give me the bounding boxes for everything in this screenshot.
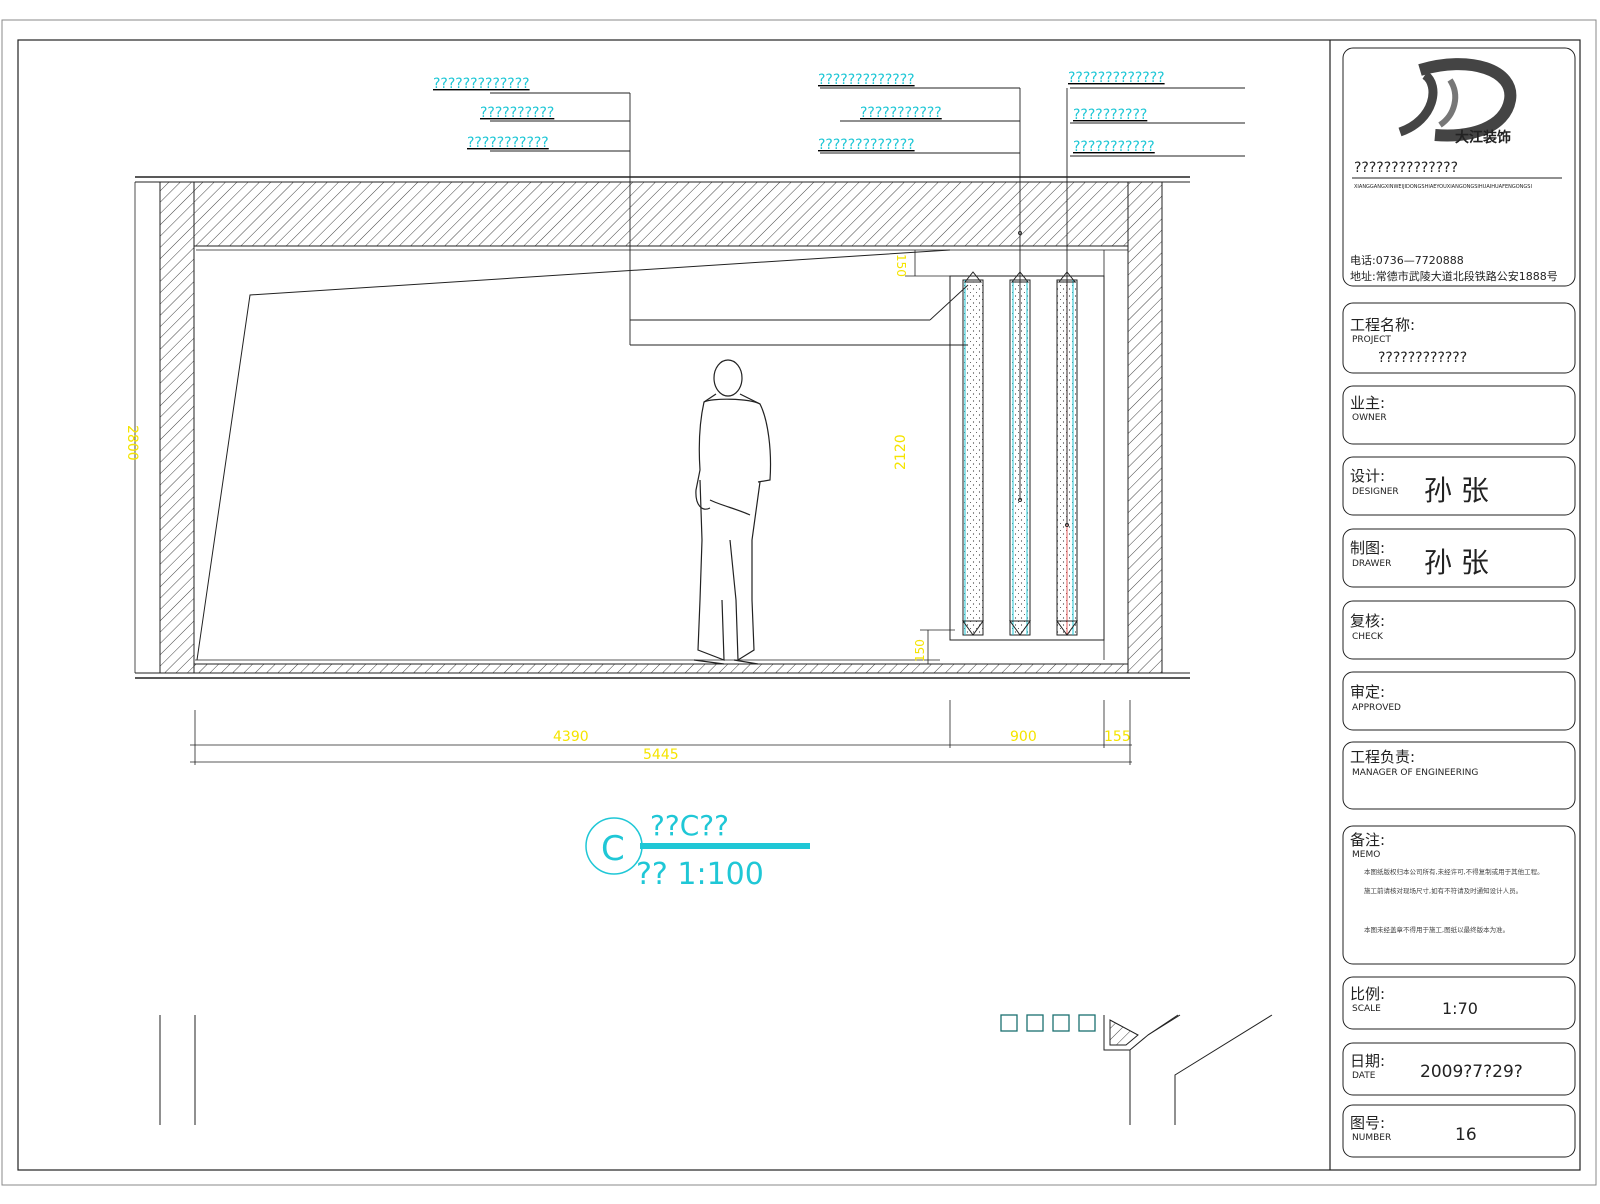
ceiling-slab [193,181,1129,247]
check-label-en: CHECK [1352,632,1384,642]
memo-line-2: 施工前请核对现场尺寸,如有不符请及时通知设计人员。 [1364,886,1522,895]
date-value: 2009?7?29? [1420,1062,1523,1082]
dimension-lines [190,250,1132,765]
elevation-drawing: ????????????? ?????????? ??????????? ???… [1,19,1597,1186]
room-section [134,176,1190,679]
designer-value: 孙 张 [1424,474,1489,507]
callout-text: ????????????? [818,137,915,153]
callout-text: ??????????? [1073,139,1155,155]
callout-text: ?????????? [1073,107,1147,123]
memo-label-en: MEMO [1352,850,1380,860]
callout-text: ????????????? [818,72,915,88]
view-label: C ??C?? ?? 1:100 [585,809,810,892]
callout-text: ????????????? [1068,70,1165,86]
dim-width-b: 900 [1010,729,1037,745]
drawer-label-en: DRAWER [1352,559,1391,569]
project-value: ???????????? [1378,350,1467,366]
company-phone: 电话:0736—7720888 [1350,254,1464,267]
owner-label-cn: 业主: [1350,394,1385,412]
dim-bottom-offset: 150 [913,639,927,662]
slanted-feature-wall [196,249,951,661]
drawing-sheet: ????????????? ?????????? ??????????? ???… [0,0,1600,1200]
designer-label-en: DESIGNER [1352,487,1399,497]
callouts-middle: ????????????? ??????????? ????????????? [818,72,942,153]
key-plan [1103,1014,1273,1125]
dim-height-left: 2800 [124,425,140,461]
view-title: ??C?? [650,809,729,842]
left-wall [159,181,195,674]
right-wall [1127,181,1163,674]
dim-panel-height: 2120 [893,434,909,470]
manager-label-en: MANAGER OF ENGINEERING [1352,768,1478,778]
company-address: 地址:常德市武陵大道北段铁路公安1888号 [1350,269,1558,283]
owner-label-en: OWNER [1352,413,1387,423]
callout-text: ?????????? [480,105,554,121]
dim-width-a: 4390 [553,729,589,745]
drawer-label-cn: 制图: [1350,539,1385,557]
manager-label-cn: 工程负责: [1350,748,1415,766]
project-label-cn: 工程名称: [1350,316,1415,334]
scale-label-en: SCALE [1352,1004,1381,1014]
date-label-cn: 日期: [1350,1052,1385,1070]
scale-value: 1:70 [1442,999,1478,1018]
callout-text: ??????????? [860,105,942,121]
check-label-cn: 复核: [1350,612,1385,630]
dim-total-width: 5445 [643,747,679,763]
scale-label-cn: 比例: [1350,985,1385,1003]
human-scale-figure [693,359,772,665]
callout-text: ????????????? [433,76,530,92]
floor-slab [193,663,1129,674]
approved-label-en: APPROVED [1352,703,1401,713]
svg-text:大江装饰: 大江装饰 [1455,129,1511,146]
callouts-right: ????????????? ?????????? ??????????? [1068,70,1165,155]
number-label-cn: 图号: [1350,1114,1385,1132]
drawer-value: 孙 张 [1424,546,1489,579]
company-name: ?????????????? [1354,160,1458,176]
dim-width-c: 155 [1104,729,1131,745]
title-block: 大江装饰 ?????????????? XIANGGANGXINWEIJIDON… [1342,47,1576,1158]
view-scale: ?? 1:100 [636,857,764,892]
view-symbol: C [601,829,625,869]
callouts-left: ????????????? ?????????? ??????????? [433,76,554,151]
number-label-en: NUMBER [1352,1133,1391,1143]
approved-label-cn: 审定: [1350,683,1385,701]
light-column-1 [962,271,984,636]
legend-squares [1000,1014,1096,1032]
date-label-en: DATE [1352,1071,1376,1081]
company-logo: 大江装饰 [1398,58,1517,146]
designer-label-cn: 设计: [1350,467,1385,485]
memo-line-3: 本图未经盖章不得用于施工,图纸以最终版本为准。 [1364,925,1509,934]
number-value: 16 [1455,1125,1477,1145]
project-label-en: PROJECT [1352,335,1391,345]
company-sub: XIANGGANGXINWEIJIDONGSHIAEYOUXIANGONGSIH… [1354,184,1532,190]
memo-label-cn: 备注: [1350,831,1385,849]
dim-top-offset: 150 [894,254,908,277]
memo-line-1: 本图纸版权归本公司所有,未经许可,不得复制或用于其他工程。 [1364,867,1544,876]
callout-text: ??????????? [467,135,549,151]
